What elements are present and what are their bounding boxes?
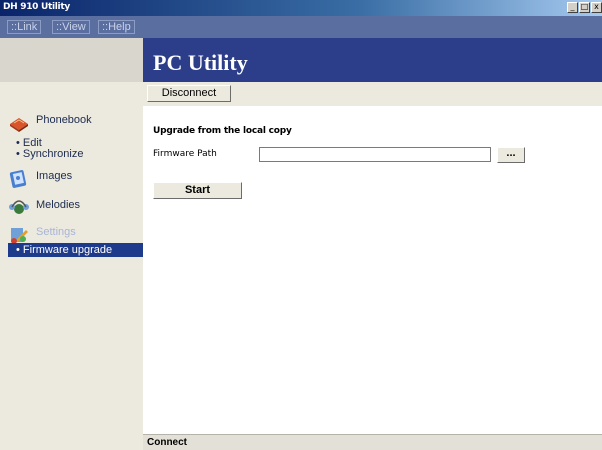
section-title: Upgrade from the local copy <box>153 126 292 136</box>
main-content: Upgrade from the local copy Firmware Pat… <box>143 106 602 434</box>
images-icon <box>9 170 27 188</box>
minimize-button[interactable]: _ <box>567 2 578 13</box>
sidebar: Phonebook • Edit • Synchronize Images Me… <box>0 38 143 450</box>
sidebar-item-phonebook[interactable]: Phonebook <box>8 112 92 134</box>
menu-bar: ::Link ::View ::Help <box>0 16 602 38</box>
menu-help[interactable]: ::Help <box>98 20 135 34</box>
sidebar-item-label: Phonebook <box>36 114 92 126</box>
browse-button[interactable]: ... <box>497 147 525 163</box>
sidebar-item-images[interactable]: Images <box>8 168 72 190</box>
start-button[interactable]: Start <box>153 182 242 199</box>
app-header: PC Utility <box>143 38 602 82</box>
sidebar-item-melodies[interactable]: Melodies <box>8 197 80 219</box>
phonebook-icon <box>10 118 28 132</box>
window-title: DH 910 Utility <box>3 2 70 12</box>
sidebar-item-label: Images <box>36 170 73 182</box>
sidebar-item-label: Settings <box>36 226 76 238</box>
title-bar: DH 910 Utility _ □ x <box>0 0 602 16</box>
status-text: Connect <box>147 437 187 448</box>
maximize-button[interactable]: □ <box>579 2 590 13</box>
firmware-path-input[interactable] <box>259 147 491 162</box>
sidebar-item-label: Melodies <box>36 199 81 211</box>
toolbar: Disconnect <box>143 82 602 106</box>
sidebar-subitem-synchronize[interactable]: • Synchronize <box>16 148 83 160</box>
close-button[interactable]: x <box>591 2 602 13</box>
window-controls: _ □ x <box>567 2 602 13</box>
sidebar-subitem-firmware-upgrade[interactable]: • Firmware upgrade <box>8 243 143 257</box>
melodies-icon <box>9 200 29 214</box>
sidebar-header <box>0 38 143 82</box>
menu-link[interactable]: ::Link <box>7 20 42 34</box>
page-title: PC Utility <box>153 50 248 75</box>
status-bar: Connect <box>143 434 602 450</box>
firmware-path-label: Firmware Path <box>153 149 217 159</box>
disconnect-button[interactable]: Disconnect <box>147 85 231 102</box>
menu-view[interactable]: ::View <box>52 20 90 34</box>
